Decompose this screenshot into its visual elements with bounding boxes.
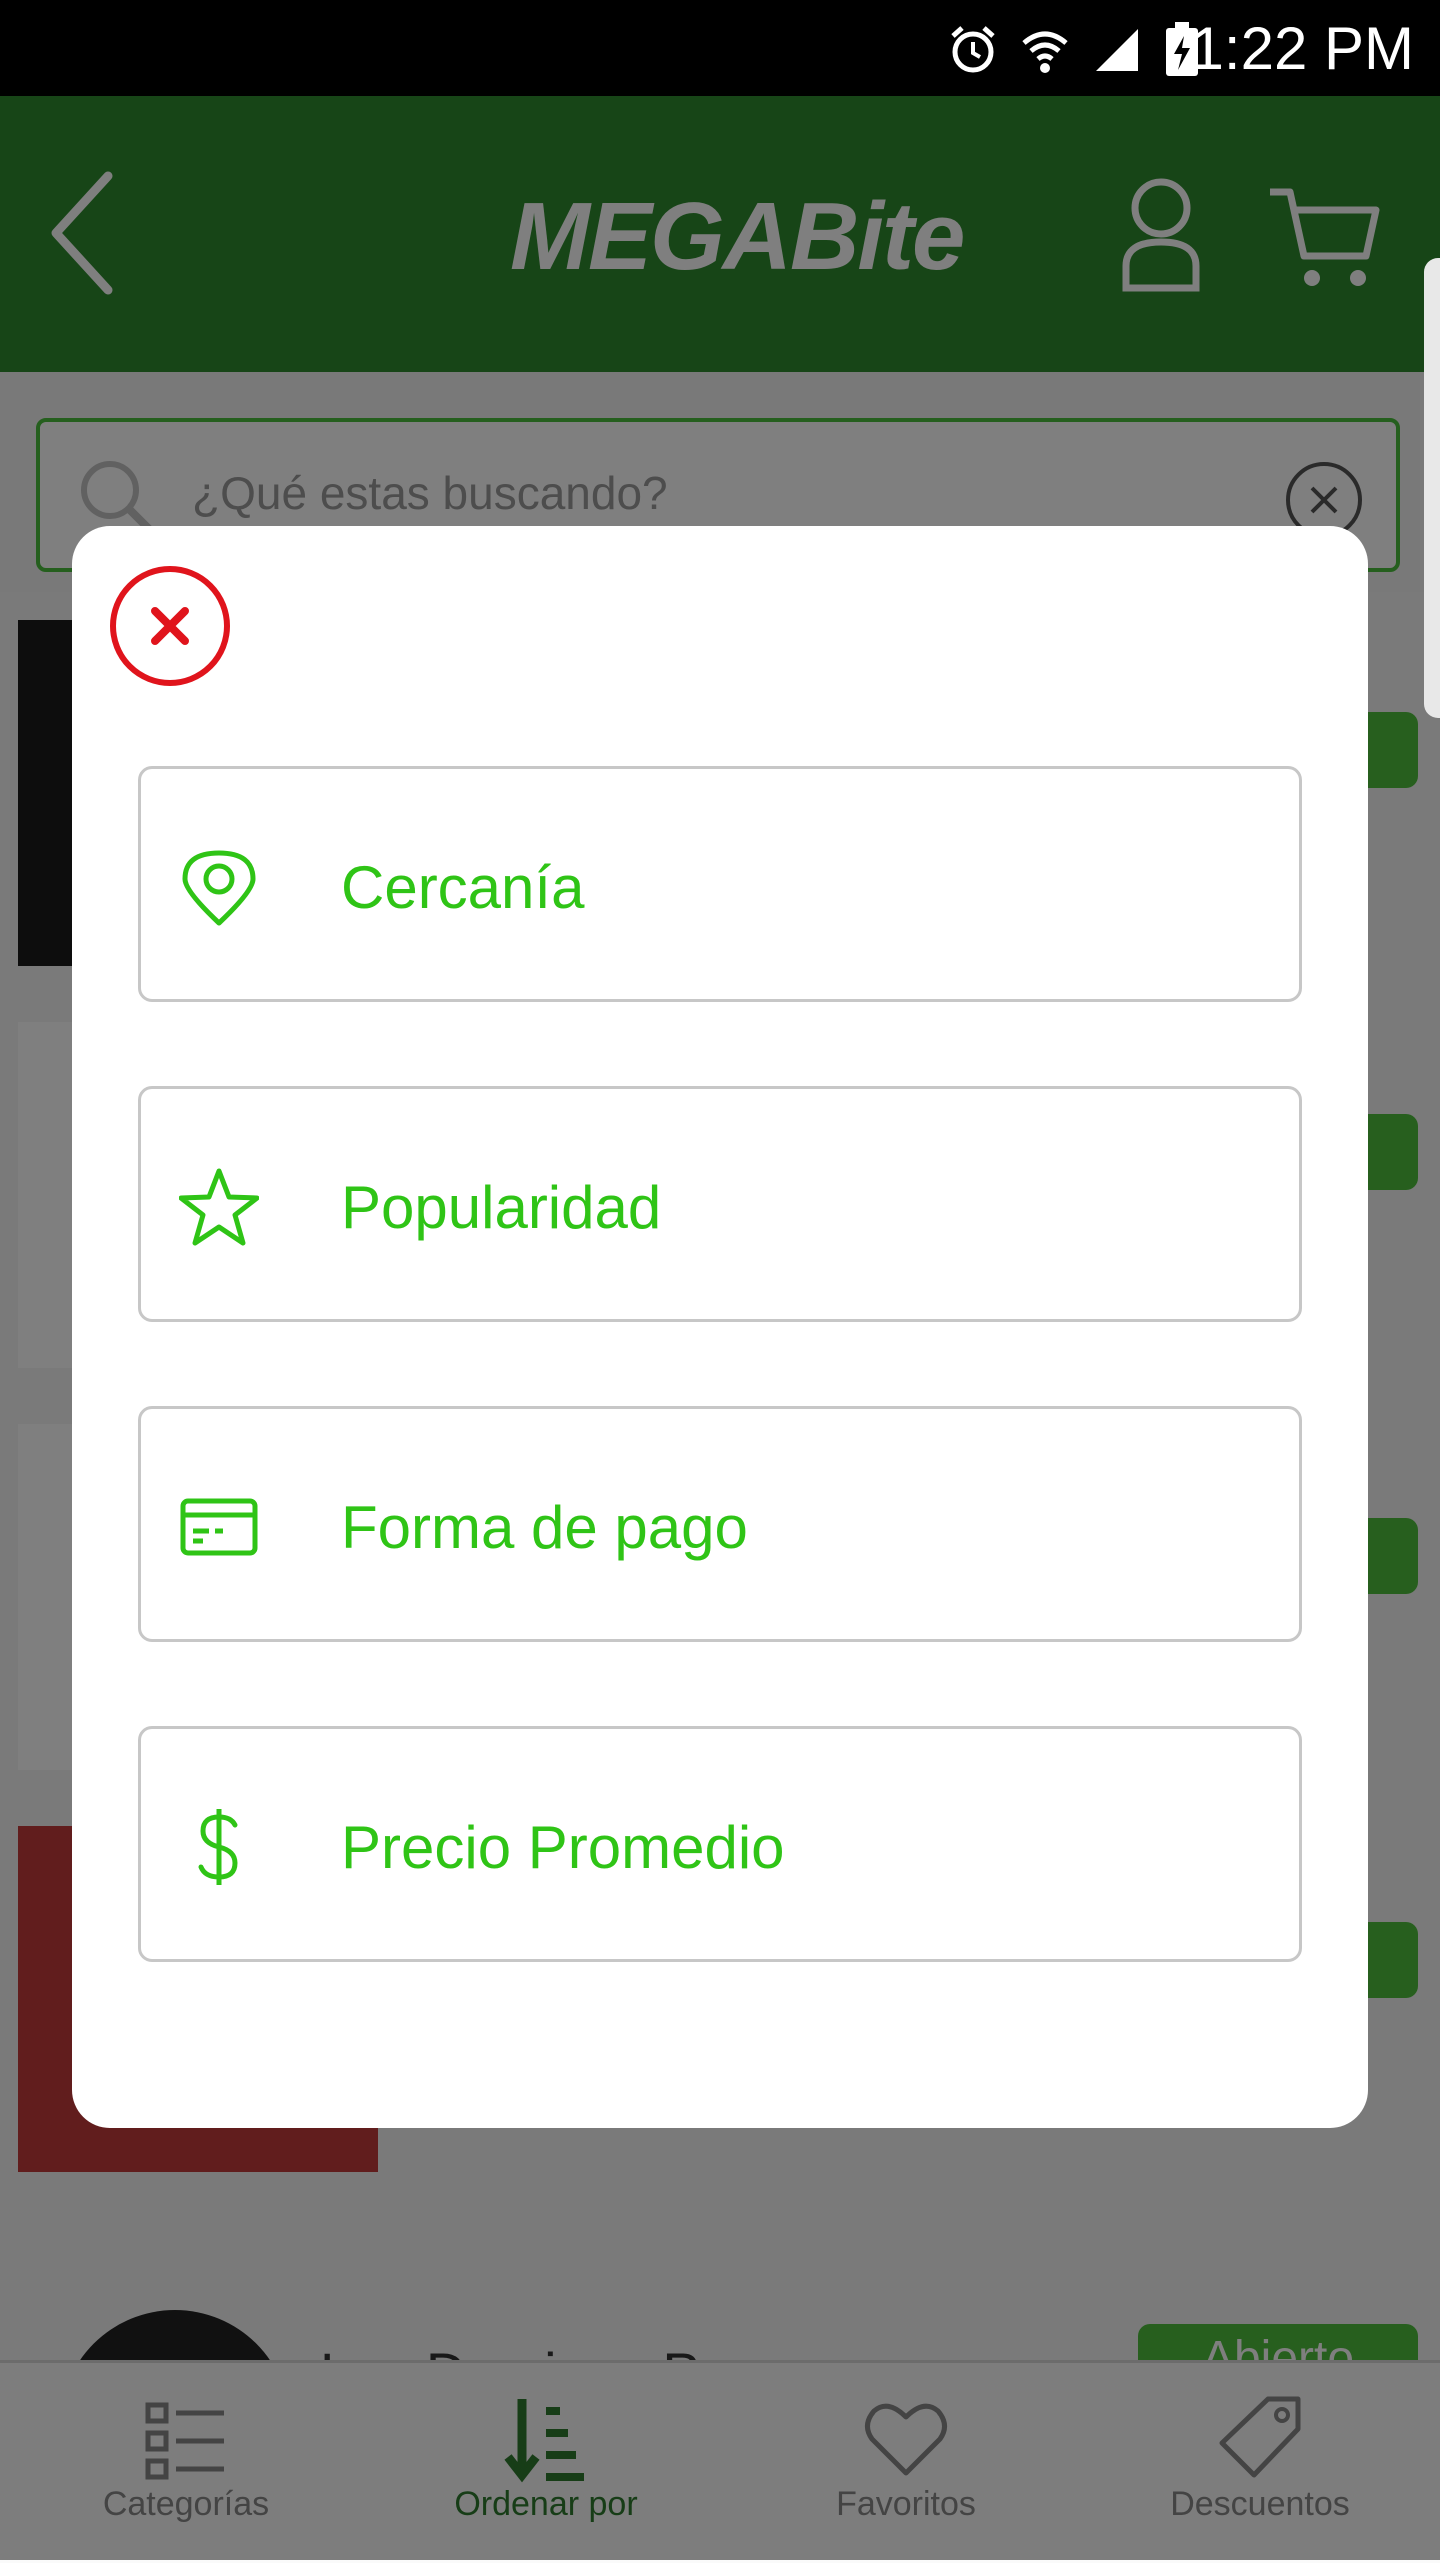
- sort-option-label: Precio Promedio: [341, 1814, 785, 1881]
- wifi-icon: [1022, 31, 1068, 73]
- side-drawer-handle[interactable]: [1424, 258, 1440, 718]
- credit-card-icon: [180, 1498, 258, 1556]
- sort-option-label: Cercanía: [341, 854, 585, 921]
- sort-option-cercania[interactable]: Cercanía: [138, 766, 1302, 1002]
- sort-modal: Cercanía Popularidad Forma de pago Preci…: [72, 526, 1368, 2128]
- star-icon: [179, 1168, 259, 1246]
- status-icons: [948, 20, 1200, 80]
- sort-option-forma-de-pago[interactable]: Forma de pago: [138, 1406, 1302, 1642]
- signal-icon: [1096, 29, 1138, 71]
- alarm-icon: [951, 26, 995, 73]
- close-icon: [151, 607, 189, 645]
- sort-option-label: Popularidad: [341, 1174, 662, 1241]
- location-pin-icon: [182, 850, 256, 926]
- status-time: 1:22 PM: [1190, 15, 1414, 82]
- status-bar: 1:22 PM: [0, 0, 1440, 96]
- sort-option-precio-promedio[interactable]: Precio Promedio: [138, 1726, 1302, 1962]
- close-modal-button[interactable]: [110, 566, 230, 686]
- sort-option-popularidad[interactable]: Popularidad: [138, 1086, 1302, 1322]
- sort-option-label: Forma de pago: [341, 1494, 748, 1561]
- dollar-icon: [198, 1809, 238, 1885]
